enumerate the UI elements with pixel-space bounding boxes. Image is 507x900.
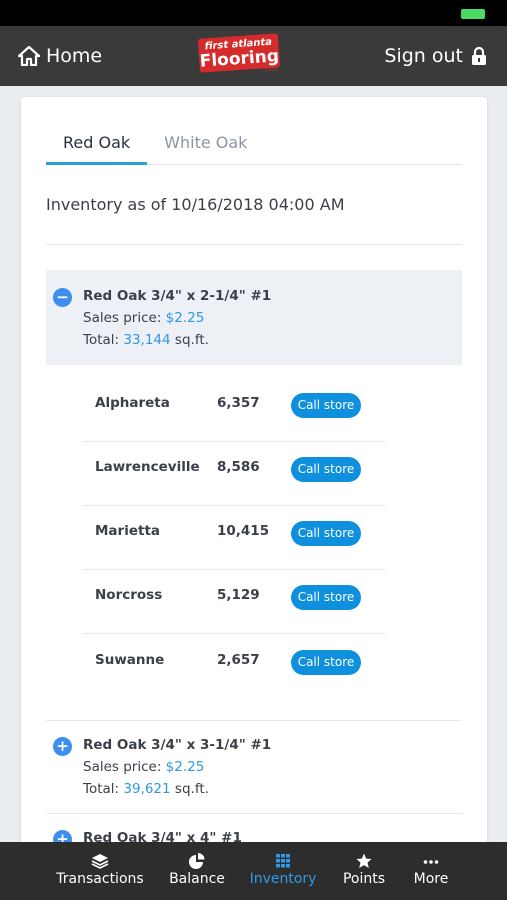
store-name: Lawrenceville [95,459,200,475]
tab-label: Balance [169,871,225,887]
sign-out-label: Sign out [384,45,463,67]
tab-label: More [413,871,449,887]
tab-points[interactable]: Points [334,842,394,900]
tab-label: Transactions [56,871,144,887]
product-name: Red Oak 3/4" x 3-1/4" #1 [83,737,272,753]
store-row: Lawrenceville 8,586 Call store [82,442,385,506]
expand-icon[interactable]: + [53,737,72,756]
tab-balance[interactable]: Balance [162,842,232,900]
store-row: Norcross 5,129 Call store [82,570,385,634]
sign-out-button[interactable]: Sign out [384,26,487,86]
sales-price-line: Sales price: $2.25 [83,759,204,775]
inventory-card: Red Oak White Oak Inventory as of 10/16/… [21,97,487,857]
call-store-button[interactable]: Call store [291,585,361,610]
store-row: Alphareta 6,357 Call store [82,378,385,442]
total-unit: sq.ft. [174,332,209,348]
call-store-button[interactable]: Call store [291,457,361,482]
divider [82,633,385,634]
store-row: Suwanne 2,657 Call store [82,635,385,699]
product-name: Red Oak 3/4" x 2-1/4" #1 [83,288,272,304]
divider [46,244,462,245]
tab-white-oak[interactable]: White Oak [147,127,264,165]
call-store-button[interactable]: Call store [291,650,361,675]
home-label: Home [46,45,103,67]
call-store-button[interactable]: Call store [291,521,361,546]
total-line: Total: 33,144 sq.ft. [83,332,209,348]
total-line: Total: 39,621 sq.ft. [83,781,209,797]
store-name: Marietta [95,523,161,539]
sales-price-value: $2.25 [165,759,205,775]
pie-chart-icon [189,853,205,869]
tab-transactions[interactable]: Transactions [50,842,150,900]
product-item[interactable]: + Red Oak 3/4" x 3-1/4" #1 Sales price: … [46,721,462,813]
lock-icon [472,46,486,65]
store-name: Suwanne [95,652,165,668]
store-name: Alphareta [95,395,170,411]
sales-price-label: Sales price: [83,310,162,326]
product-item[interactable]: − Red Oak 3/4" x 2-1/4" #1 Sales price: … [46,270,462,365]
home-icon [18,46,40,66]
total-label: Total: [83,781,120,797]
total-label: Total: [83,332,120,348]
inventory-timestamp: Inventory as of 10/16/2018 04:00 AM [46,195,345,214]
tab-inventory[interactable]: Inventory [245,842,321,900]
store-row: Marietta 10,415 Call store [82,506,385,570]
store-quantity: 2,657 [217,652,260,668]
total-value: 33,144 [123,332,171,348]
more-icon [423,860,439,864]
call-store-button[interactable]: Call store [291,393,361,418]
store-name: Norcross [95,587,163,603]
home-button[interactable]: Home [18,26,102,86]
collapse-icon[interactable]: − [53,288,72,307]
store-quantity: 8,586 [217,459,260,475]
grid-icon [276,854,290,868]
svg-text:.com: .com [263,65,278,73]
sales-price-value: $2.25 [165,310,205,326]
status-bar [0,0,507,26]
sales-price-label: Sales price: [83,759,162,775]
store-quantity: 5,129 [217,587,260,603]
store-quantity: 6,357 [217,395,260,411]
store-quantity: 10,415 [217,523,270,539]
bottom-tab-bar: Transactions Balance Inventory Points Mo… [0,842,507,900]
tab-more[interactable]: More [406,842,456,900]
star-icon [356,853,372,868]
tab-red-oak[interactable]: Red Oak [46,127,148,165]
wood-type-tabs: Red Oak White Oak [46,127,462,165]
tab-label: Points [342,871,386,887]
battery-icon [461,9,485,19]
first-atlanta-flooring-logo: first atlanta Flooring .com [198,33,280,73]
app-header: Home first atlanta Flooring .com Sign ou… [0,26,507,86]
layers-icon [91,854,109,869]
sales-price-line: Sales price: $2.25 [83,310,204,326]
total-unit: sq.ft. [174,781,209,797]
tab-label: Inventory [249,871,317,887]
total-value: 39,621 [123,781,171,797]
